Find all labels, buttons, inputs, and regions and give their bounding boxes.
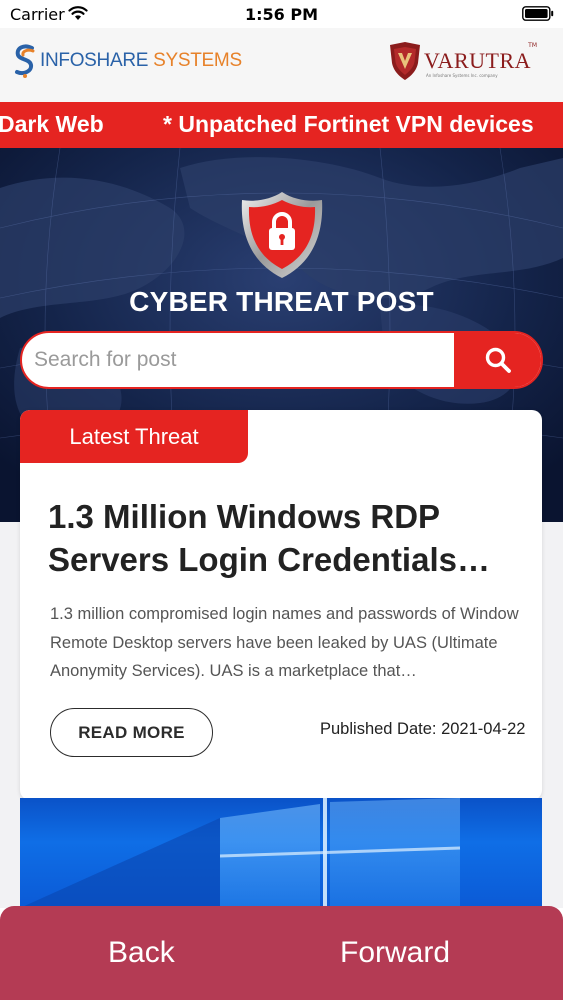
post-excerpt: 1.3 million compromised login names and …	[50, 605, 519, 680]
ticker-item[interactable]: * Unpatched Fortinet VPN devices	[163, 111, 534, 138]
security-shield-lock-icon	[241, 192, 323, 278]
logo-header: INFOSHARE SYSTEMS VARUTRA TM An Infoshar…	[0, 28, 563, 102]
varutra-logo: VARUTRA TM An Infoshare Systems Inc. com…	[388, 40, 537, 82]
back-button[interactable]: Back	[108, 936, 175, 970]
read-more-button[interactable]: READ MORE	[50, 708, 213, 757]
varutra-shield-icon	[390, 42, 420, 80]
published-date: Published Date: 2021-04-22	[320, 720, 526, 738]
varutra-tm: TM	[528, 42, 538, 49]
windows-logo-wallpaper	[20, 798, 461, 908]
ticker-item[interactable]: Dark Web	[0, 111, 104, 138]
status-time: 1:56 PM	[244, 5, 318, 24]
latest-threat-card[interactable]: Latest Threat 1.3 Million Windows RDP Se…	[20, 410, 542, 800]
search-button[interactable]	[454, 333, 541, 387]
news-ticker[interactable]: Dark Web * Unpatched Fortinet VPN device…	[0, 102, 563, 148]
post-title[interactable]: 1.3 Million Windows RDP Servers Login Cr…	[48, 495, 518, 581]
status-bar: Carrier 1:56 PM	[0, 0, 563, 28]
app-screen: Carrier 1:56 PM INFOSHARE SYSTEMS VARUTR…	[0, 0, 563, 1000]
article-image[interactable]	[20, 798, 542, 908]
hero-title: CYBER THREAT POST	[129, 286, 434, 317]
infoshare-logo: INFOSHARE SYSTEMS	[12, 42, 242, 80]
search-input[interactable]	[22, 333, 455, 387]
infoshare-wordmark: INFOSHARE SYSTEMS	[40, 50, 242, 71]
varutra-wordmark: VARUTRA	[424, 48, 532, 73]
battery-icon	[522, 6, 554, 21]
varutra-tagline: An Infoshare Systems Inc. company	[426, 73, 498, 78]
forward-button[interactable]: Forward	[340, 936, 450, 970]
search-icon	[485, 347, 511, 373]
search-bar	[20, 331, 543, 389]
infoshare-s-mark-icon	[15, 44, 35, 78]
bottom-nav-bar: Back Forward	[0, 906, 563, 1000]
latest-threat-tab: Latest Threat	[20, 410, 248, 463]
